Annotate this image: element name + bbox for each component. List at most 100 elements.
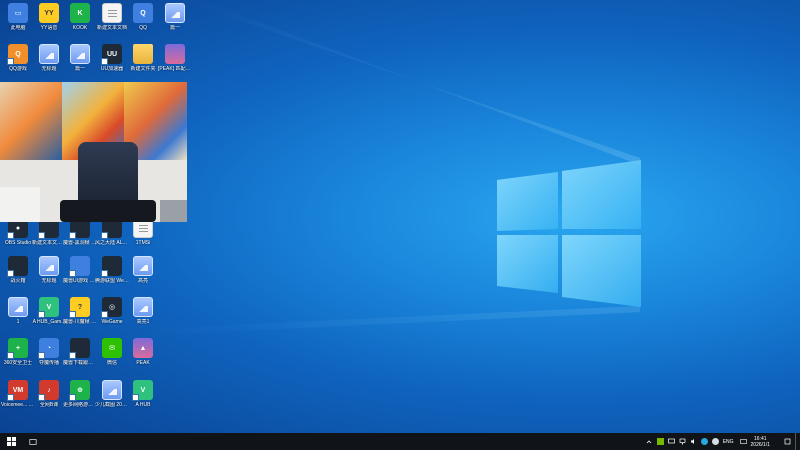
desktop-icon-label: 高亮 <box>137 278 148 284</box>
desktop-icon-label: 篇一 <box>74 66 85 72</box>
language-indicator[interactable]: ENG <box>723 439 734 445</box>
desktop-icon[interactable]: 新建文本文档 <box>97 3 127 41</box>
clock-date: 2026/1/1 <box>750 441 770 448</box>
desktop-icon[interactable]: K KOOK <box>65 3 95 41</box>
desktop-icon-label: 无标题 <box>41 66 57 72</box>
desktop-icon[interactable]: [PEAK] 匹配不上4 (2) <box>158 44 192 82</box>
app-icon: YY <box>39 3 59 23</box>
desktop-icon[interactable]: VA HUB <box>128 380 158 418</box>
poster-image <box>0 82 62 160</box>
desktop-icon-label: 风之大陆 ALTUBR... <box>95 240 129 246</box>
app-icon: V <box>38 297 59 318</box>
desktop-icon[interactable]: YY YY语音 <box>34 3 64 41</box>
desktop-icon[interactable]: +360安全卫士 <box>3 338 33 376</box>
desktop-icon[interactable]: 高亮 <box>128 256 158 294</box>
desktop-icon-label: 新建文本文档 (4) <box>32 240 66 246</box>
desktop-icon-label: Voicemee... Banana <box>1 402 35 408</box>
app-icon <box>101 256 122 277</box>
app-icon <box>165 3 185 23</box>
desktop-icon[interactable]: 篇一 <box>160 3 190 41</box>
display-icon[interactable] <box>667 438 675 445</box>
desktop-icon-label: 高亮1 <box>136 319 150 325</box>
desktop-icon[interactable]: 高亮1 <box>128 297 158 335</box>
app-icon <box>133 256 153 276</box>
system-tray: ENG 16:41 2026/1/1 <box>646 433 800 450</box>
desktop-icon[interactable]: 1TMSi <box>128 218 158 256</box>
chat-app-icon[interactable] <box>700 438 708 445</box>
desktop-icon[interactable]: 1 <box>3 297 33 335</box>
app-icon <box>133 297 153 317</box>
shortcut-arrow-icon <box>69 352 76 359</box>
desktop-icon[interactable]: ✉ 微信 <box>97 338 127 376</box>
desktop-icon[interactable]: ⊕更多网络游戏 下载 <box>63 380 97 418</box>
app-icon <box>133 44 153 64</box>
show-hidden-icons-icon[interactable] <box>646 438 653 445</box>
app-icon: ◎ <box>101 297 122 318</box>
desktop-icon-label: 魔兽UI游戏 机控制平台 <box>63 278 97 284</box>
network-icon[interactable] <box>679 438 686 445</box>
volume-icon[interactable] <box>690 438 697 445</box>
task-view-button[interactable] <box>22 433 44 450</box>
desktop-icon[interactable]: 新建文本文档 (4) <box>32 218 66 256</box>
desktop-icon[interactable]: Q QQ <box>128 3 158 41</box>
app-icon <box>8 297 28 317</box>
desktop-icon-label: 夺魔传播 <box>38 360 59 366</box>
desktop-icon[interactable]: 魔兽-黑洞帧 画面 <box>63 218 97 256</box>
shortcut-arrow-icon <box>69 232 76 239</box>
desktop-icon[interactable]: ◔ 夺魔传播 <box>34 338 64 376</box>
app-icon: UU <box>101 44 122 65</box>
desktop-icon[interactable]: ♪ 全网B课 <box>34 380 64 418</box>
desktop-icon[interactable]: 魔兽下载跟踪 设置 <box>63 338 97 376</box>
desktop-icon[interactable]: Q QQ游戏 <box>3 44 33 82</box>
desktop-icon-label: 魔兽-川魔帧 读文本 <box>63 319 97 325</box>
shortcut-arrow-icon <box>7 352 14 359</box>
keyboard-icon[interactable] <box>739 438 747 445</box>
desktop-icon[interactable]: 战火箱 <box>3 256 33 294</box>
taskbar: ENG 16:41 2026/1/1 <box>0 433 800 450</box>
app-icon: ▲ <box>133 338 153 358</box>
desktop-icon[interactable]: 风之大陆 ALTUBR... <box>95 218 129 256</box>
desktop-icon-label: KOOK <box>72 25 88 31</box>
desktop-icon-label: 少儿截图 20241125... <box>95 402 129 408</box>
desktop-icon[interactable]: ?魔兽-川魔帧 读文本 <box>63 297 97 335</box>
shortcut-arrow-icon <box>101 232 108 239</box>
desktop-icon[interactable]: ● OBS Studio <box>3 218 33 256</box>
desktop-icon[interactable]: ◎ WeGame <box>97 297 127 335</box>
app-icon <box>165 44 185 64</box>
desktop-icon-label: 篇一 <box>169 25 180 31</box>
desktop-icon[interactable]: ▲ PEAK <box>128 338 158 376</box>
desktop-icon[interactable]: 腾游联盟 WeGame版 <box>95 256 129 294</box>
desktop-icon[interactable]: 少儿截图 20241125... <box>95 380 129 418</box>
desktop-icon[interactable]: 无标题 <box>34 44 64 82</box>
shortcut-arrow-icon <box>7 394 14 401</box>
app-icon <box>7 256 28 277</box>
desktop-icon-label: QQ游戏 <box>9 66 27 72</box>
desktop-icon[interactable]: UU UU加速器 <box>97 44 127 82</box>
desktop-icon[interactable]: ▭ 此电脑 <box>3 3 33 41</box>
app-icon: Q <box>133 3 153 23</box>
desktop-icon-label: WeGame <box>101 319 123 325</box>
desktop-icon-label: 新建文件夹 <box>130 66 156 72</box>
desktop-icon-label: A HUB <box>135 402 151 408</box>
desktop-icon[interactable]: 无标题 <box>34 256 64 294</box>
shortcut-arrow-icon <box>69 270 76 277</box>
cloud-icon[interactable] <box>711 438 719 445</box>
show-desktop-button[interactable] <box>795 433 800 450</box>
start-button[interactable] <box>0 433 22 450</box>
desktop-icon[interactable]: 新建文件夹 <box>128 44 158 82</box>
clock[interactable]: 16:41 2026/1/1 <box>751 436 770 448</box>
desktop-icon[interactable]: VMVoicemee... Banana <box>1 380 35 418</box>
desktop-icon[interactable]: 篇一 <box>65 44 95 82</box>
notification-icon[interactable] <box>784 438 791 445</box>
app-icon: ⊕ <box>69 380 90 401</box>
webcam-preview-window[interactable] <box>0 82 187 222</box>
desktop-icon-label: QQ <box>139 25 147 31</box>
shortcut-arrow-icon <box>101 58 108 65</box>
desktop-icon-label: [PEAK] 匹配不上4 (2) <box>158 66 192 72</box>
desktop-icon[interactable]: VA HUB_Gam... <box>33 297 65 335</box>
nvidia-icon[interactable] <box>656 438 664 445</box>
app-icon <box>69 256 90 277</box>
desktop-icon-label: YY语音 <box>40 25 58 31</box>
desktop-icon-label: 新建文本文档 <box>96 25 127 31</box>
desktop-icon[interactable]: 魔兽UI游戏 机控制平台 <box>63 256 97 294</box>
